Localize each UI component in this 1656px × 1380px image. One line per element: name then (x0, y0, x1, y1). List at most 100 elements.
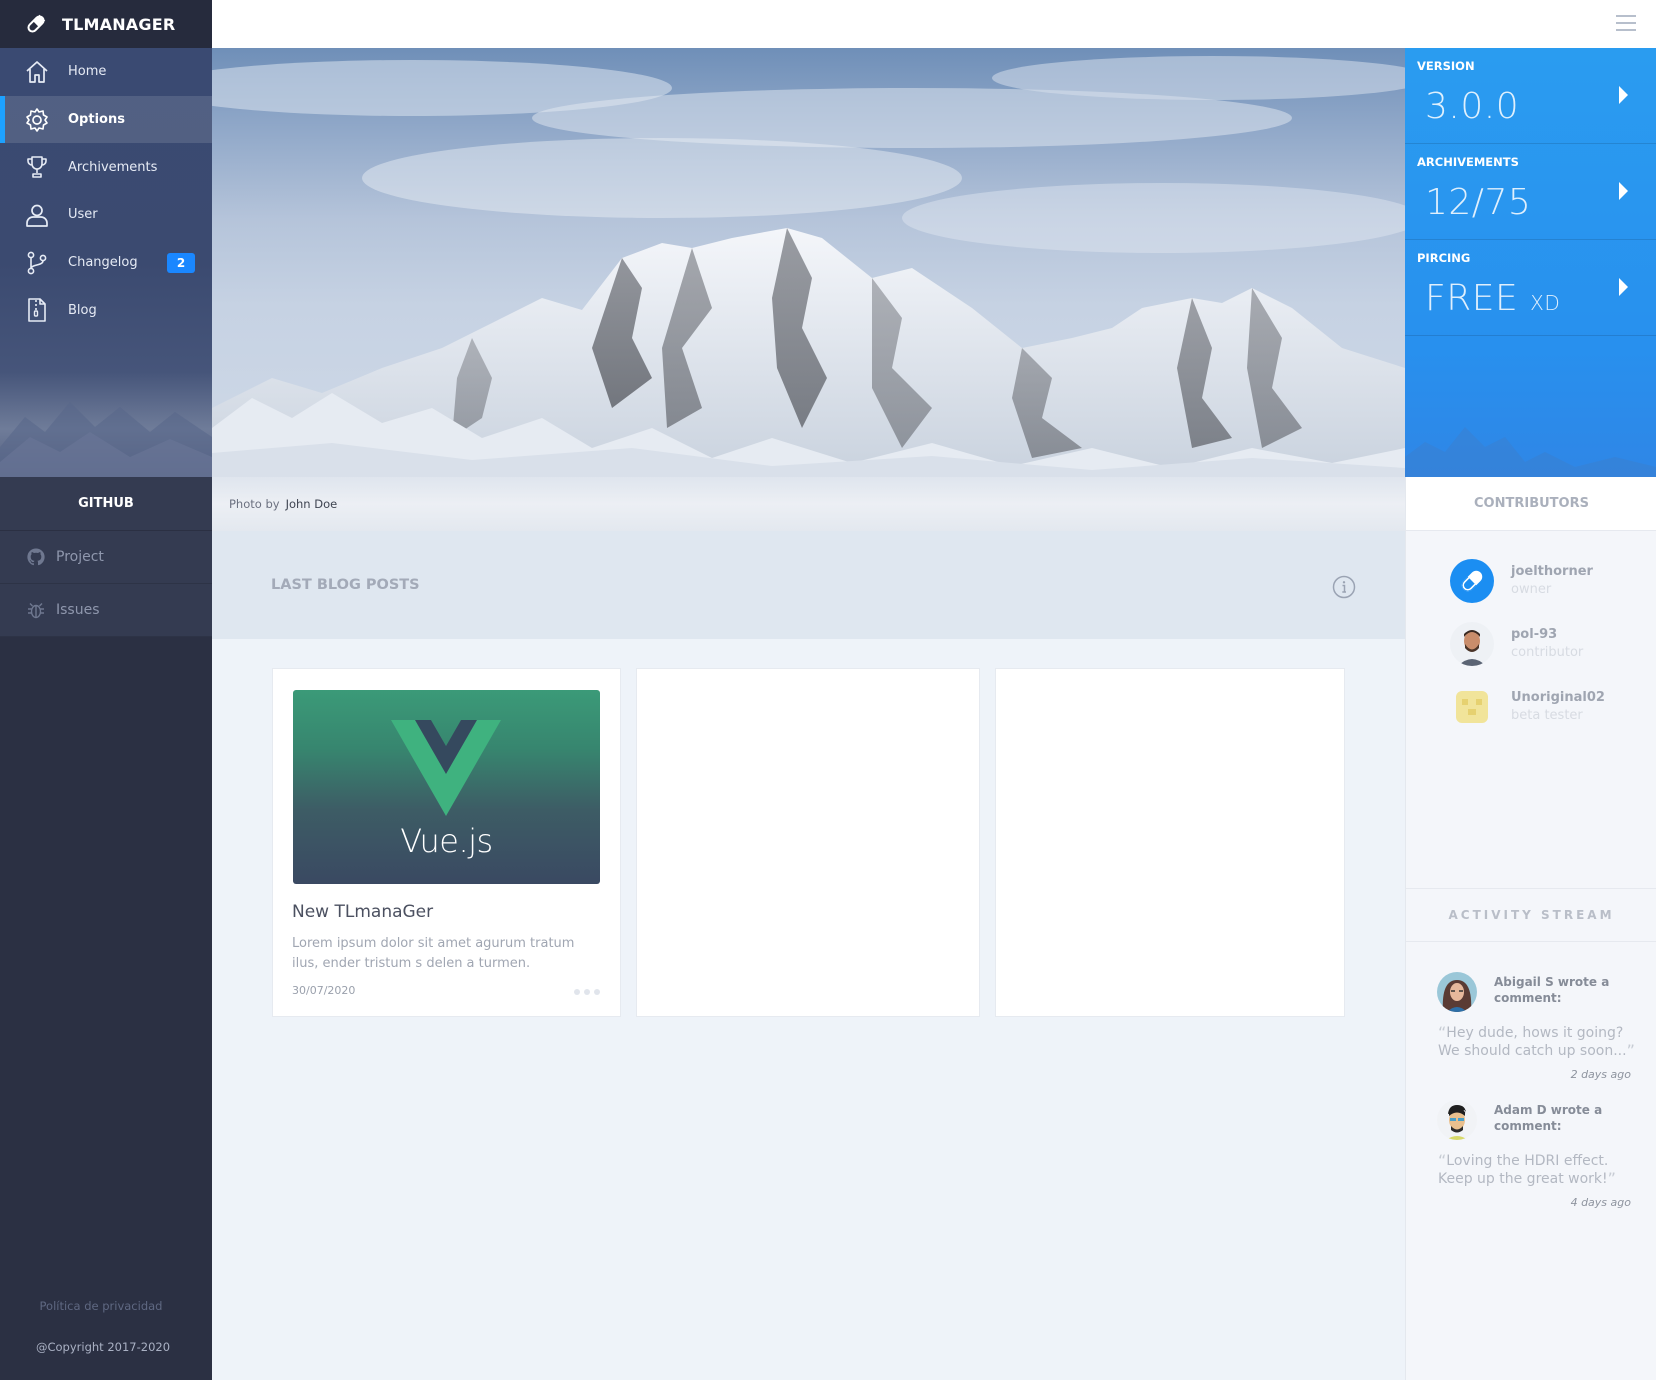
stat-version-label: VERSION (1417, 59, 1475, 73)
privacy-policy-link[interactable]: Política de privacidad (0, 1299, 202, 1313)
topbar (212, 0, 1656, 48)
stat-archivements-label: ARCHIVEMENTS (1417, 155, 1519, 169)
avatar (1437, 1100, 1477, 1140)
nav-label-archivements: Archivements (68, 159, 158, 175)
user-icon (24, 202, 50, 228)
github-issues-label: Issues (56, 602, 100, 618)
activity-stream-header: ACTIVITY STREAM (1406, 888, 1656, 942)
activity-entry: Abigail S wrote a comment: “Hey dude, ho… (1406, 972, 1656, 1092)
github-title: GITHUB (78, 496, 134, 511)
brand[interactable]: TLMANAGER (0, 0, 212, 48)
stat-pricing[interactable]: PIRCING FREE XD (1405, 240, 1656, 336)
mountain-silhouette (0, 402, 212, 477)
changelog-count-badge: 2 (167, 252, 195, 273)
activity-stream-title: ACTIVITY STREAM (1448, 908, 1615, 922)
blog-post-card-empty (636, 668, 980, 1017)
photo-by-label: Photo by (229, 497, 280, 511)
nav-item-user[interactable]: User (0, 191, 212, 239)
blog-post-card[interactable]: Vue.js New TLmanaGer Lorem ipsum dolor s… (272, 668, 621, 1017)
mountain-photo (212, 56, 1405, 477)
contributors-header: CONTRIBUTORS (1406, 477, 1656, 531)
hero-photo (212, 48, 1405, 477)
stat-version-value: 3.0.0 (1425, 86, 1520, 127)
activity-entry: Adam D wrote a comment: “Loving the HDRI… (1406, 1100, 1656, 1220)
github-project-link[interactable]: Project (0, 531, 212, 584)
github-section-title: GITHUB (0, 477, 212, 531)
avatar (1450, 622, 1494, 666)
nav-item-home[interactable]: Home (0, 48, 212, 96)
stat-pricing-suffix: XD (1530, 291, 1561, 315)
contributor-item[interactable]: joelthorner owner (1450, 559, 1650, 609)
blog-section-title: LAST BLOG POSTS (271, 577, 420, 593)
blog-post-card-empty (995, 668, 1345, 1017)
git-branch-icon (24, 250, 50, 276)
stat-pricing-label: PIRCING (1417, 251, 1471, 265)
nav-label-blog: Blog (68, 302, 97, 318)
stat-archivements-value: 12/75 (1425, 182, 1532, 223)
post-thumbnail: Vue.js (293, 690, 600, 884)
github-icon (27, 548, 45, 566)
info-icon[interactable] (1332, 575, 1356, 599)
avatar (1450, 559, 1494, 603)
right-column: CONTRIBUTORS joelthorner owner pol-93 co… (1405, 477, 1656, 1380)
stats-panel: VERSION 3.0.0 ARCHIVEMENTS 12/75 PIRCING… (1405, 48, 1656, 477)
contributor-name: joelthorner (1511, 564, 1593, 579)
stat-version[interactable]: VERSION 3.0.0 (1405, 48, 1656, 144)
bug-icon (28, 603, 44, 619)
nav-item-changelog[interactable]: Changelog 2 (0, 239, 212, 287)
stats-mountain-glow (1405, 427, 1656, 477)
contributor-name: pol-93 (1511, 627, 1558, 642)
trophy-icon (24, 154, 50, 180)
contributor-role: owner (1511, 582, 1552, 597)
nav-item-archivements[interactable]: Archivements (0, 143, 212, 191)
post-thumbnail-text: Vue.js (400, 822, 493, 860)
contributor-item[interactable]: pol-93 contributor (1450, 622, 1650, 672)
avatar (1437, 972, 1477, 1012)
person-photo-icon (1442, 980, 1472, 1012)
nav-label-user: User (68, 207, 98, 223)
github-issues-link[interactable]: Issues (0, 584, 212, 637)
person-illustration-icon (1446, 1105, 1468, 1140)
post-excerpt: Lorem ipsum dolor sit amet agurum tratum… (292, 936, 575, 971)
post-title[interactable]: New TLmanaGer (292, 902, 433, 922)
nav-label-home: Home (68, 64, 107, 80)
activity-author: Adam D wrote a comment: (1494, 1103, 1603, 1133)
home-icon (24, 59, 50, 85)
photo-author-link[interactable]: John Doe (286, 497, 338, 511)
avatar (1450, 685, 1494, 729)
brand-name: TLMANAGER (62, 14, 176, 34)
gear-icon (24, 107, 50, 133)
github-project-label: Project (56, 549, 104, 565)
photo-credit-bar: Photo by John Doe (212, 477, 1405, 531)
nav-item-blog[interactable]: Blog (0, 286, 212, 334)
activity-quote: “Loving the HDRI effect. Keep up the gre… (1438, 1151, 1616, 1188)
person-photo-icon (1458, 630, 1486, 666)
activity-quote: “Hey dude, hows it going? We should catc… (1438, 1023, 1635, 1060)
activity-time: 2 days ago (1570, 1068, 1631, 1081)
nav-label-options: Options (68, 112, 125, 128)
contributor-role: beta tester (1511, 708, 1583, 723)
contributor-role: contributor (1511, 645, 1584, 660)
contributor-item[interactable]: Unoriginal02 beta tester (1450, 685, 1650, 735)
copyright-text: @Copyright 2017-2020 (35, 1340, 171, 1354)
stat-pricing-value: FREE XD (1425, 278, 1561, 319)
main-nav: Home Options Archivements User Changelog… (0, 48, 212, 334)
play-arrow-icon (1619, 86, 1628, 104)
play-arrow-icon (1619, 278, 1628, 296)
blog-section-header: LAST BLOG POSTS (212, 531, 1405, 639)
pixel-avatar-icon (1456, 691, 1488, 723)
hamburger-menu-icon[interactable] (1616, 15, 1636, 31)
pill-icon (1461, 570, 1483, 592)
zip-file-icon (24, 297, 50, 323)
nav-item-options[interactable]: Options (0, 95, 212, 144)
activity-author: Abigail S wrote a comment: (1494, 975, 1610, 1005)
stat-archivements[interactable]: ARCHIVEMENTS 12/75 (1405, 144, 1656, 240)
post-date: 30/07/2020 (292, 984, 356, 997)
sidebar: TLMANAGER Home Options Archivements User… (0, 0, 212, 1380)
contributor-name: Unoriginal02 (1511, 690, 1605, 705)
nav-label-changelog: Changelog (68, 255, 138, 271)
play-arrow-icon (1619, 182, 1628, 200)
pill-icon (27, 14, 46, 33)
activity-time: 4 days ago (1570, 1196, 1631, 1209)
more-options-icon[interactable] (574, 989, 600, 995)
